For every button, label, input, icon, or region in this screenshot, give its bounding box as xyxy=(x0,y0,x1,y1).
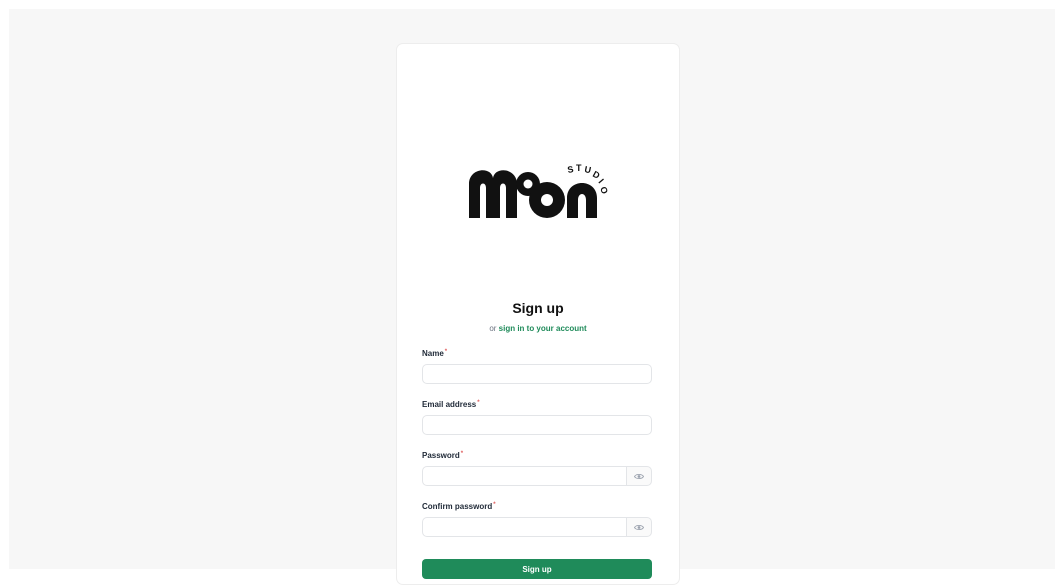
svg-text:S: S xyxy=(567,164,575,175)
signup-card: S T U D I O Sign up or sign in to your a… xyxy=(396,43,680,585)
required-mark: * xyxy=(493,502,496,508)
signin-link[interactable]: sign in to your account xyxy=(499,324,587,333)
signin-prompt-prefix: or xyxy=(489,324,499,333)
name-input[interactable] xyxy=(422,364,652,384)
name-label-text: Name xyxy=(422,349,444,358)
confirm-password-label: Confirm password* xyxy=(422,502,496,511)
eye-icon xyxy=(634,524,644,530)
required-mark: * xyxy=(444,349,448,355)
confirm-password-input[interactable] xyxy=(422,517,627,537)
signup-button[interactable]: Sign up xyxy=(422,559,652,579)
email-label-text: Email address xyxy=(422,400,477,409)
required-mark: * xyxy=(477,400,480,406)
moon-studio-logo: S T U D I O xyxy=(469,163,610,218)
name-label: Name* xyxy=(422,349,447,358)
page-title: Sign up xyxy=(512,300,564,316)
page-background: S T U D I O Sign up or sign in to your a… xyxy=(9,9,1055,585)
required-mark: * xyxy=(460,451,464,457)
password-visibility-toggle[interactable] xyxy=(627,466,652,486)
svg-text:O: O xyxy=(598,185,610,195)
confirm-password-visibility-toggle[interactable] xyxy=(627,517,652,537)
svg-text:U: U xyxy=(584,164,592,175)
svg-text:T: T xyxy=(576,163,582,173)
password-input[interactable] xyxy=(422,466,627,486)
email-input[interactable] xyxy=(422,415,652,435)
eye-icon xyxy=(634,473,644,479)
confirm-password-label-text: Confirm password xyxy=(422,502,493,511)
email-label: Email address* xyxy=(422,400,480,409)
password-label-text: Password xyxy=(422,451,460,460)
password-label: Password* xyxy=(422,451,463,460)
signin-prompt: or sign in to your account xyxy=(397,324,679,333)
